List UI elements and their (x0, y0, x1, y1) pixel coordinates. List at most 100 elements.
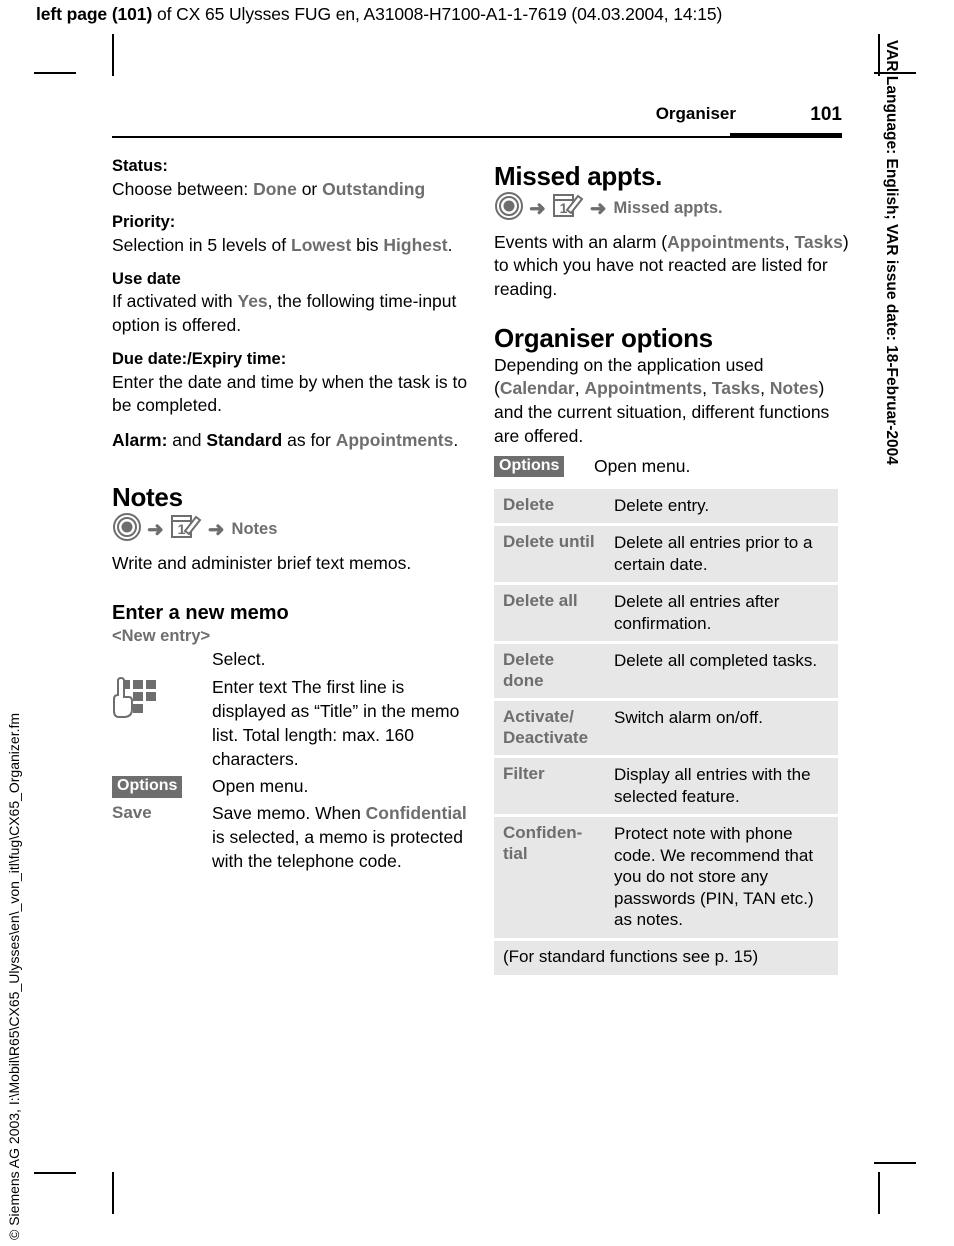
crop-mark-top-left (112, 34, 114, 76)
header-rule-thin (112, 136, 730, 138)
options-softkey[interactable]: Options (112, 776, 183, 798)
print-header: left page (101) of CX 65 Ulysses FUG en,… (36, 4, 722, 25)
gui-done: Done (253, 178, 297, 199)
margin-note-right: VAR Language: English; VAR issue date: 1… (883, 40, 900, 465)
intro-sep-3: , (760, 378, 770, 399)
due-date-heading: Due date:/Expiry time: (112, 350, 287, 369)
missed-text-comma: , (784, 231, 795, 252)
gui-tasks: Tasks (794, 231, 843, 252)
print-header-page-label: left page (101) (36, 4, 153, 24)
option-desc: Delete entry. (606, 488, 838, 527)
step-value-select: Select. (212, 649, 266, 670)
step-key-save: Save (112, 802, 212, 823)
option-desc: Display all entries with the selected fe… (606, 758, 838, 818)
table-row-footnote: (For standard functions see p. 15) (494, 941, 838, 976)
option-desc: Delete all entries prior to a certain da… (606, 526, 838, 586)
list-item: Save Save memo. When Confidential is sel… (112, 802, 470, 873)
alarm-text-suffix: . (453, 430, 459, 451)
list-item: Options Open menu. (112, 775, 470, 799)
right-column: Missed appts. ➜ 1 ➜ Missed appts. Events… (494, 156, 852, 976)
organiser-options-table: Delete Delete entry. Delete until Delete… (494, 488, 838, 976)
option-label: Confiden- tial (494, 817, 606, 942)
table-row: Filter Display all entries with the sele… (494, 758, 838, 818)
gui-calendar: Calendar (499, 378, 575, 399)
gui-lowest: Lowest (291, 235, 352, 256)
crop-mark-top-right (878, 34, 880, 76)
table-row: Confiden- tial Protect note with phone c… (494, 817, 838, 942)
nav-target-missed-appts: Missed appts. (613, 199, 723, 218)
use-date-text: If activated with Yes, the following tim… (112, 290, 470, 338)
table-row: Delete all Delete all entries after conf… (494, 585, 838, 645)
keypad-icon (112, 677, 158, 726)
ok-button-icon (494, 191, 524, 226)
organiser-options-intro: Depending on the application used (Calen… (494, 354, 852, 449)
page-header-chapter: Organiser (655, 104, 736, 123)
margin-note-left: © Siemens AG 2003, I:\Mobil\R65\CX65_Uly… (6, 712, 22, 1240)
missed-appts-text: Events with an alarm (Appointments, Task… (494, 231, 852, 302)
priority-heading: Priority: (112, 213, 176, 232)
intro-sep-1: , (574, 378, 585, 399)
option-desc: Delete all entries after confirmation. (606, 585, 838, 645)
crop-mark-right-bottom (874, 1162, 916, 1164)
notes-nav-path: ➜ 1 ➜ Notes (112, 513, 470, 547)
option-label: Delete until (494, 526, 606, 586)
status-heading: Status: (112, 157, 168, 175)
step-key-empty (112, 648, 212, 649)
nav-arrow-2-icon: ➜ (207, 518, 225, 541)
svg-text:1: 1 (559, 200, 567, 216)
gui-appointments: Appointments (335, 430, 454, 451)
step-key-keypad (112, 676, 212, 726)
page-number: 101 (810, 104, 842, 125)
step-key-options: Options (112, 775, 212, 798)
crop-mark-left-bottom (34, 1172, 76, 1174)
notes-section-title: Notes (112, 482, 183, 513)
crop-mark-left-top (34, 72, 76, 74)
svg-text:1: 1 (177, 521, 185, 537)
kw-standard: Standard (206, 430, 283, 451)
option-label: Delete (494, 488, 606, 527)
options-table-footnote: (For standard functions see p. 15) (494, 941, 838, 976)
alarm-text: Alarm: and Standard as for Appointments. (112, 429, 470, 453)
print-header-meta: of CX 65 Ulysses FUG en, A31008-H7100-A1… (152, 4, 723, 24)
status-text-mid: or (296, 178, 323, 199)
priority-text: Selection in 5 levels of Lowest bis High… (112, 234, 470, 258)
enter-new-memo-title: Enter a new memo (112, 602, 289, 625)
priority-text-prefix: Selection in 5 levels of (112, 235, 291, 256)
nav-target-notes: Notes (231, 520, 278, 539)
status-text: Choose between: Done or Outstanding (112, 178, 470, 202)
save-label[interactable]: Save (112, 803, 152, 822)
alarm-text-mid-2: as for (282, 430, 336, 451)
option-desc: Protect note with phone code. We recomme… (606, 817, 838, 942)
use-date-text-prefix: If activated with (112, 291, 238, 312)
gui-outstanding: Outstanding (322, 178, 426, 199)
save-text-suffix: is selected, a memo is protected with th… (212, 827, 463, 871)
gui-notes: Notes (769, 378, 819, 399)
option-desc: Switch alarm on/off. (606, 701, 838, 759)
gui-tasks: Tasks (711, 378, 761, 399)
organiser-menu-icon: 1 (169, 512, 203, 547)
options-softkey[interactable]: Options (494, 455, 565, 478)
left-column: Status: Choose between: Done or Outstand… (112, 156, 470, 876)
options-softkey-row: Options Open menu. (494, 455, 852, 479)
options-softkey-cell: Options (494, 455, 594, 478)
table-row: Delete until Delete all entries prior to… (494, 526, 838, 586)
gui-confidential: Confidential (365, 803, 467, 824)
priority-text-mid: bis (351, 235, 384, 256)
new-entry-label: <New entry> (112, 627, 211, 646)
organiser-options-title: Organiser options (494, 322, 713, 353)
missed-text-prefix: Events with an alarm ( (494, 231, 668, 252)
new-memo-steps: Select. Enter text The first line is dis… (112, 648, 470, 873)
options-softkey-desc: Open menu. (594, 455, 691, 476)
crop-mark-bottom-left (112, 1172, 114, 1214)
option-label: Filter (494, 758, 606, 818)
list-item: Select. (112, 648, 470, 672)
step-value-enter-text: Enter text The first line is displayed a… (212, 677, 460, 769)
priority-text-suffix: . (447, 235, 453, 256)
status-text-prefix: Choose between: (112, 178, 254, 199)
gui-highest: Highest (383, 235, 448, 256)
table-row: Activate/ Deactivate Switch alarm on/off… (494, 701, 838, 759)
list-item: Enter text The first line is displayed a… (112, 676, 470, 771)
header-rule-thick (730, 133, 842, 138)
step-value-save: Save memo. When Confidential is selected… (212, 802, 470, 873)
gui-appointments: Appointments (584, 378, 703, 399)
